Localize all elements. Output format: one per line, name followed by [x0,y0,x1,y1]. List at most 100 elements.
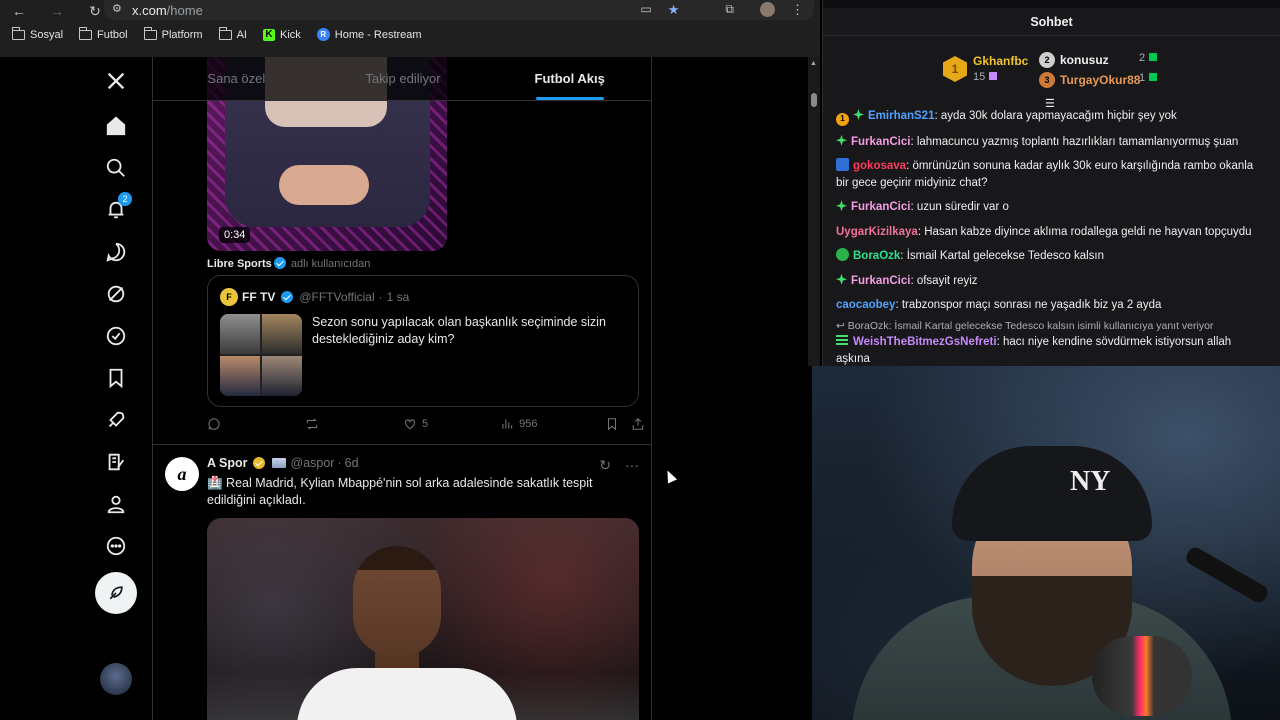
scrollbar-thumb[interactable] [811,93,817,107]
post-text: 🏥 Real Madrid, Kylian Mbappé'nin sol ark… [207,476,593,507]
bookmark-futbol[interactable]: Futbol [79,26,128,41]
stream-chat: Sohbet 1 Gkhanfbc 15 2 konusuz 2 3 TurgayO… [822,0,1280,366]
chat-title: Sohbet [823,8,1280,36]
forward-icon[interactable]: → [48,2,66,20]
share-button[interactable] [631,417,645,431]
x-sidebar: 2 [92,57,140,720]
grok-icon[interactable] [102,280,130,308]
like-count: 5 [422,418,429,430]
source-account-name[interactable]: Libre Sports [207,258,272,270]
screen: ← → ↻ ⚙ x.com/home ▭ ★ ⧉ ⋮ Sosyal Futbol… [0,0,1280,720]
video-duration: 0:34 [219,227,251,243]
more-options-icon[interactable]: ··· [625,457,639,474]
folder-icon [143,26,157,40]
site-info-icon[interactable]: ⚙ [112,2,122,15]
bookmark-star-icon[interactable]: ★ [668,2,680,18]
like-button[interactable]: 5 [403,417,428,431]
gift-icon [1149,73,1158,81]
reply-button[interactable] [207,417,221,431]
articles-icon[interactable] [102,448,130,476]
bookmark-kick[interactable]: K Kick [262,28,301,41]
bookmarks-icon[interactable] [102,364,130,392]
search-icon[interactable] [102,154,130,182]
views-button[interactable]: 956 [500,417,537,431]
bookmark-button[interactable] [605,417,619,431]
chat-username[interactable]: WeishTheBitmezGsNefreti [853,336,997,348]
chat-username[interactable]: FurkanCici [851,136,910,148]
compose-post-button[interactable] [95,572,137,614]
reply-context[interactable]: ↩ BoraOzk: İsmail Kartal gelecekse Tedes… [836,318,1266,335]
view-count: 956 [519,418,538,430]
rocket-icon[interactable] [102,406,130,434]
premium-icon[interactable] [102,322,130,350]
chat-username[interactable]: EmirhanS21 [868,110,934,122]
bookmark-ai[interactable]: AI [218,26,247,41]
chat-top-strip [823,0,1280,8]
rank-3-medal-icon: 3 [1039,72,1055,88]
bookmark-platform[interactable]: Platform [143,26,203,41]
back-icon[interactable]: ← [10,2,28,20]
chat-username[interactable]: FurkanCici [851,275,910,287]
heart-icon [405,419,415,430]
quoted-post-header: F FF TV @FFTVofficial · 1 sa [220,288,409,306]
notifications-icon[interactable]: 2 [102,192,132,224]
quoted-image[interactable] [220,314,302,396]
gifter-2-name[interactable]: konusuz [1060,53,1109,67]
repost-button[interactable] [305,417,319,431]
post-author-name[interactable]: A Spor [207,456,248,470]
verified-gold-icon [252,457,265,469]
account-avatar[interactable] [100,663,132,695]
reload-icon[interactable]: ↻ [86,2,104,20]
bookmark-label: AI [236,28,247,41]
quoted-author-name[interactable]: FF TV [242,290,275,304]
install-app-icon[interactable]: ▭ [640,2,651,18]
tab-for-you[interactable]: Sana özel [153,57,320,100]
chat-message: FurkanCici: lahmacuncu yazmış toplantı h… [836,134,1266,151]
home-icon[interactable] [102,112,130,140]
separator: · [378,290,383,304]
scroll-up-icon[interactable]: ▲ [810,60,817,67]
profile-icon[interactable] [102,490,130,518]
quoted-avatar[interactable]: F [220,288,238,306]
rank-2-medal-icon: 2 [1039,52,1055,68]
bookmark-label: Futbol [97,28,128,41]
chat-username[interactable]: caocaobey [836,299,895,311]
feather-icon [109,586,123,600]
chat-text: uzun süredir var o [916,201,1009,214]
bookmark-label: Home - Restream [334,28,422,41]
gift-icon [989,72,998,80]
extensions-icon[interactable]: ⧉ [725,2,734,18]
chat-username[interactable]: gokosava [853,160,906,172]
post-image[interactable] [207,518,639,720]
kick-icon: K [262,28,275,41]
tab-following[interactable]: Takip ediliyor [320,57,487,100]
quoted-post[interactable]: F FF TV @FFTVofficial · 1 sa Sezon sonu … [207,275,639,407]
reply-arrow-icon: ↩ [836,319,848,332]
post-avatar[interactable]: a [165,457,199,491]
tab-football-feed[interactable]: Futbol Akış [486,57,651,100]
bookmark-sosyal[interactable]: Sosyal [12,26,63,41]
image-head [353,546,441,656]
gifter-1-name[interactable]: Gkhanfbc [973,54,1028,68]
post-divider [153,444,651,445]
chat-username[interactable]: FurkanCici [851,201,910,213]
x-logo-icon[interactable] [102,67,130,95]
chat-messages: 1 EmirhanS21: ayda 30k dolara yapmayacağı… [836,108,1266,375]
bookmark-label: Kick [279,28,301,41]
sparkle-badge-icon [836,273,847,285]
more-icon[interactable] [102,532,130,560]
notification-badge: 2 [118,192,132,206]
gifter-3-name[interactable]: TurgayOkur88 [1060,73,1140,87]
image-jersey [297,668,517,720]
bookmark-restream[interactable]: R Home - Restream [316,28,422,41]
rank-1-medal-icon: 1 [943,56,967,82]
address-bar[interactable]: ⚙ x.com/home ▭ ★ ⧉ ⋮ [104,0,814,20]
chat-username[interactable]: BoraOzk [853,250,900,262]
grok-chat-icon[interactable] [102,238,130,266]
grok-explain-icon[interactable]: ↻ [599,457,611,474]
profile-avatar[interactable] [760,2,775,17]
post-header: A Spor @aspor · 6d [207,456,359,470]
browser-menu-icon[interactable]: ⋮ [791,2,804,18]
chat-username[interactable]: UygarKizilkaya [836,226,918,238]
sparkle-badge-icon [836,134,847,146]
